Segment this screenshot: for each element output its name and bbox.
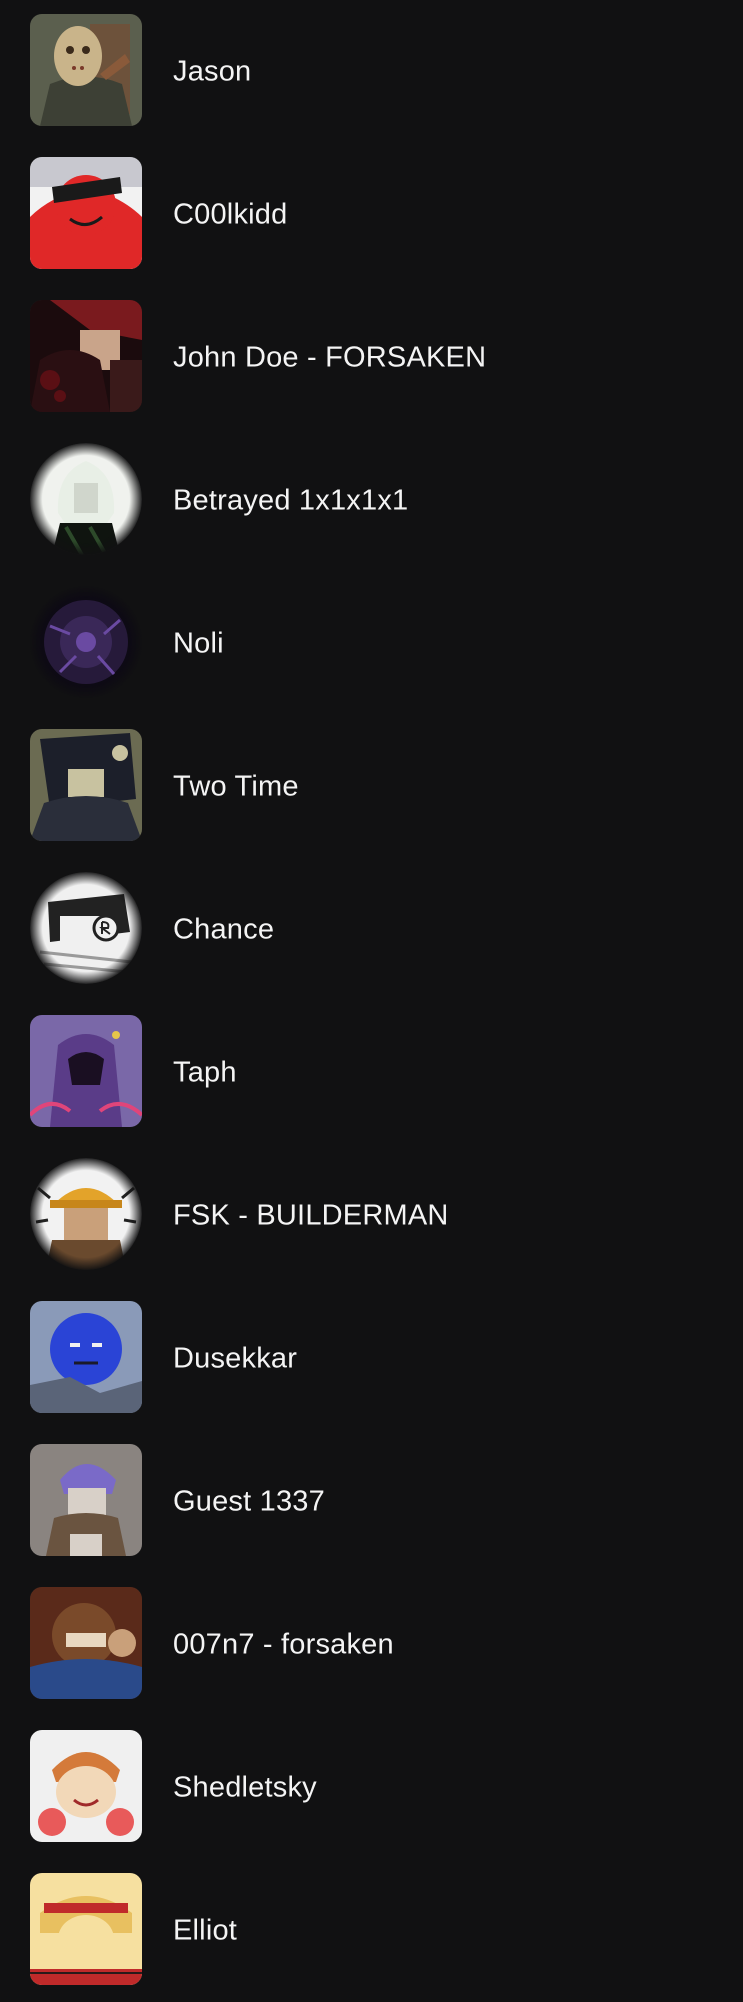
contact-name: 007n7 - forsaken xyxy=(173,1628,394,1660)
contact-name: Shedletsky xyxy=(173,1771,317,1803)
contact-name: Jason xyxy=(173,55,252,87)
contact-name: Dusekkar xyxy=(173,1342,298,1374)
contact-row[interactable]: Two Time xyxy=(0,715,743,858)
contact-name: Two Time xyxy=(173,770,299,802)
hooded-purple-avatar-icon xyxy=(30,1015,142,1127)
contact-row[interactable]: Shedletsky xyxy=(0,1716,743,1859)
brown-figure-avatar-icon xyxy=(30,1587,142,1699)
contact-name: Elliot xyxy=(173,1914,238,1946)
contact-row[interactable]: FSK - BUILDERMAN xyxy=(0,1144,743,1287)
contact-row[interactable]: John Doe - FORSAKEN xyxy=(0,286,743,429)
red-kid-sunglasses-avatar-icon xyxy=(30,157,142,269)
dark-red-figure-avatar-icon xyxy=(30,300,142,412)
contact-row[interactable]: Chance xyxy=(0,858,743,1001)
contact-row[interactable]: Betrayed 1x1x1x1 xyxy=(0,429,743,572)
contact-name: John Doe - FORSAKEN xyxy=(173,341,487,373)
builder-hat-avatar-icon xyxy=(30,1158,142,1270)
contact-row[interactable]: Jason xyxy=(0,0,743,143)
contact-row[interactable]: Noli xyxy=(0,572,743,715)
contact-list: Jason C00lkidd John Doe - FORSAKEN Betra… xyxy=(0,0,743,1997)
contact-row[interactable]: Dusekkar xyxy=(0,1287,743,1430)
contact-row[interactable]: Elliot xyxy=(0,1859,743,2002)
contact-name: C00lkidd xyxy=(173,198,288,230)
hockey-mask-avatar-icon xyxy=(30,14,142,126)
dark-haired-figure-avatar-icon xyxy=(30,729,142,841)
contact-name: Taph xyxy=(173,1056,237,1088)
blue-face-avatar-icon xyxy=(30,1301,142,1413)
orange-hair-avatar-icon xyxy=(30,1730,142,1842)
purple-haired-guest-avatar-icon xyxy=(30,1444,142,1556)
purple-void-avatar-icon xyxy=(30,586,142,698)
contact-row[interactable]: Taph xyxy=(0,1001,743,1144)
contact-name: Guest 1337 xyxy=(173,1485,325,1517)
white-haired-figure-avatar-icon xyxy=(30,443,142,555)
contact-row[interactable]: 007n7 - forsaken xyxy=(0,1573,743,1716)
sketch-figure-avatar-icon xyxy=(30,872,142,984)
red-headband-avatar-icon xyxy=(30,1873,142,1985)
contact-name: Betrayed 1x1x1x1 xyxy=(173,484,409,516)
contact-row[interactable]: C00lkidd xyxy=(0,143,743,286)
contact-row[interactable]: Guest 1337 xyxy=(0,1430,743,1573)
contact-name: Chance xyxy=(173,913,275,945)
contact-name: FSK - BUILDERMAN xyxy=(173,1199,449,1231)
contact-name: Noli xyxy=(173,627,224,659)
